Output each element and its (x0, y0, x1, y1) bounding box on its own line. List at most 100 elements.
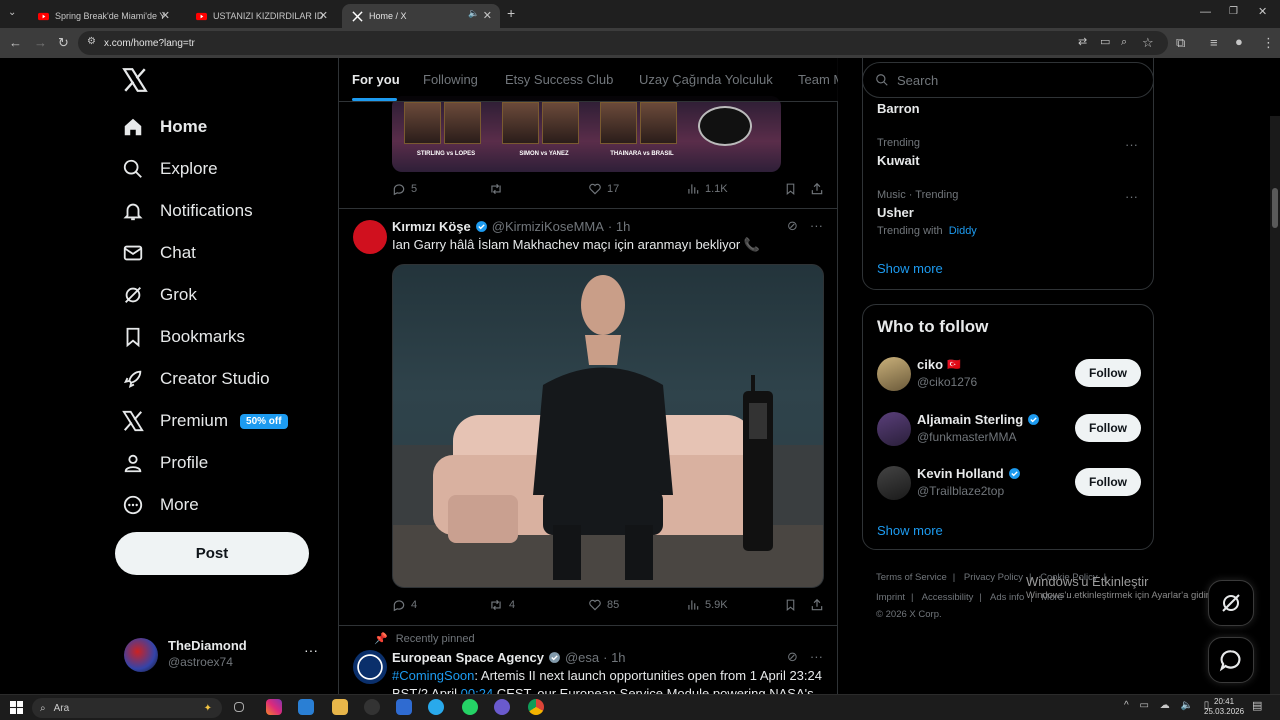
footer-link-terms[interactable]: Terms of Service (876, 572, 947, 583)
nav-premium[interactable]: Premium 50% off (122, 406, 288, 436)
reply-button[interactable]: 5 (392, 182, 417, 196)
sidepanel-icon[interactable]: ≡ (1210, 36, 1218, 49)
follow-suggestion[interactable]: ciko 🇹🇷 @ciko1276 Follow (877, 355, 1141, 395)
follow-suggestion[interactable]: Aljamain Sterling @funkmasterMMA Follow (877, 410, 1141, 450)
tab-for-you[interactable]: For you (352, 72, 400, 87)
footer-link-imprint[interactable]: Imprint (876, 592, 905, 603)
tweet-author-name[interactable]: European Space Agency (392, 650, 544, 665)
close-icon[interactable]: ✕ (161, 9, 170, 22)
messages-floating-button[interactable] (1208, 637, 1254, 683)
instagram-icon[interactable] (266, 699, 282, 715)
system-tray-icons[interactable]: ^ ▭ ☁ 🔈 ▯ (1124, 701, 1213, 711)
like-button[interactable]: 17 (588, 182, 619, 196)
forward-icon[interactable]: → (34, 36, 47, 49)
nav-chat[interactable]: Chat (122, 238, 196, 268)
browser-tab-3[interactable]: Home / X 🔈 ✕ (342, 4, 500, 28)
nav-creator-studio[interactable]: Creator Studio (122, 364, 270, 394)
views-button[interactable]: 1.1K (686, 182, 728, 196)
follow-suggestion[interactable]: Kevin Holland @Trailblaze2top Follow (877, 464, 1141, 504)
who-to-follow-show-more-link[interactable]: Show more (877, 523, 943, 538)
scrollbar-thumb[interactable] (1272, 188, 1278, 228)
reply-button[interactable]: 4 (392, 598, 417, 612)
photos-icon[interactable] (298, 699, 314, 715)
new-tab-button[interactable]: + (507, 6, 515, 20)
translate-icon[interactable]: ⇄ (1078, 37, 1087, 48)
trend-name[interactable]: Usher (877, 205, 914, 220)
telegram-icon[interactable] (428, 699, 444, 715)
post-button[interactable]: Post (115, 532, 309, 575)
app-icon[interactable] (494, 699, 510, 715)
search-input[interactable]: Search (862, 62, 1154, 98)
repost-button[interactable] (488, 182, 504, 196)
footer-link-privacy[interactable]: Privacy Policy (964, 572, 1023, 583)
extensions-icon[interactable]: ⧉ (1176, 36, 1185, 49)
avatar[interactable] (353, 650, 387, 684)
x-logo-icon[interactable] (122, 68, 148, 92)
window-close-icon[interactable]: ✕ (1258, 7, 1267, 18)
follow-button[interactable]: Follow (1075, 414, 1141, 442)
like-button[interactable]: 85 (588, 598, 619, 612)
tab-following[interactable]: Following (423, 72, 478, 87)
browser-tab-1[interactable]: Spring Break'de Miami'de Yürüy ✕ (28, 4, 178, 28)
speaker-icon[interactable]: 🔈 (468, 9, 479, 18)
trends-show-more-link[interactable]: Show more (877, 261, 943, 276)
nav-profile[interactable]: Profile (122, 448, 208, 478)
bookmark-star-icon[interactable]: ☆ (1142, 36, 1154, 49)
tab-uzay-caginda-yolculuk[interactable]: Uzay Çağında Yolculuk (639, 72, 773, 87)
nav-notifications[interactable]: Notifications (122, 196, 253, 226)
browser-tab-2[interactable]: USTANIZI KIZDIRDILAR IDRIS U ✕ (186, 4, 336, 28)
nav-grok[interactable]: Grok (122, 280, 197, 310)
follow-name[interactable]: ciko 🇹🇷 (917, 357, 961, 372)
trend-sub-link[interactable]: Diddy (949, 225, 977, 237)
close-icon[interactable]: ✕ (319, 9, 328, 22)
nav-home[interactable]: Home (122, 112, 207, 142)
cast-icon[interactable]: ▭ (1100, 37, 1110, 48)
nav-more[interactable]: More (122, 490, 199, 520)
avatar[interactable] (877, 466, 911, 500)
windows-start-icon[interactable] (10, 701, 23, 714)
share-button[interactable] (810, 598, 824, 612)
repost-button[interactable]: 4 (488, 598, 515, 612)
share-button[interactable] (810, 182, 824, 196)
avatar[interactable] (877, 412, 911, 446)
address-bar[interactable]: ⚙ x.com/home?lang=tr (78, 31, 1168, 55)
hashtag-link[interactable]: #ComingSoon (392, 668, 474, 683)
views-button[interactable]: 5.9K (686, 598, 728, 612)
trend-name[interactable]: Barron (877, 101, 920, 116)
more-icon[interactable]: ··· (810, 218, 823, 234)
reload-icon[interactable]: ↻ (58, 36, 69, 49)
whatsapp-icon[interactable] (462, 699, 478, 715)
grok-icon[interactable]: ⊘ (787, 649, 798, 665)
follow-name[interactable]: Aljamain Sterling (917, 412, 1040, 427)
footer-link-accessibility[interactable]: Accessibility (922, 592, 974, 603)
more-icon[interactable]: ··· (810, 649, 823, 665)
zoom-icon[interactable]: ⌕ (1121, 37, 1127, 48)
more-icon[interactable]: ··· (1125, 137, 1138, 152)
avatar[interactable] (353, 220, 387, 254)
more-icon[interactable]: ··· (304, 642, 318, 658)
taskbar-search[interactable]: ⌕ Ara ✦ (32, 698, 222, 718)
tab-team-m[interactable]: Team M (798, 72, 838, 87)
chrome-icon[interactable] (528, 699, 544, 715)
nav-bookmarks[interactable]: Bookmarks (122, 322, 245, 352)
restore-icon[interactable]: ❐ (1229, 7, 1238, 17)
taskbar-clock[interactable]: 20:41 25.03.2026 (1204, 697, 1244, 717)
avatar[interactable] (877, 357, 911, 391)
trend-name[interactable]: Kuwait (877, 153, 920, 168)
back-icon[interactable]: ← (9, 36, 22, 49)
app-icon[interactable] (364, 699, 380, 715)
file-explorer-icon[interactable] (332, 699, 348, 715)
tab-search-icon[interactable]: ⌄ (8, 8, 16, 18)
tweet-video[interactable] (392, 264, 824, 588)
footer-link-ads-info[interactable]: Ads info (990, 592, 1024, 603)
site-info-icon[interactable]: ⚙ (87, 37, 96, 47)
tweet-time[interactable]: · 1h (608, 219, 630, 234)
tab-etsy-success-club[interactable]: Etsy Success Club (505, 72, 613, 87)
follow-button[interactable]: Follow (1075, 359, 1141, 387)
bookmark-button[interactable] (784, 598, 797, 612)
profile-icon[interactable]: ● (1235, 35, 1243, 48)
tweet-time[interactable]: · 1h (603, 650, 625, 665)
time-link[interactable]: 00:24 (461, 686, 494, 694)
tweet-media-fight-card[interactable]: STIRLING vs LOPES SIMON vs YANEZ THAINAR… (392, 96, 781, 172)
tweet-author-name[interactable]: Kırmızı Köşe (392, 219, 471, 234)
